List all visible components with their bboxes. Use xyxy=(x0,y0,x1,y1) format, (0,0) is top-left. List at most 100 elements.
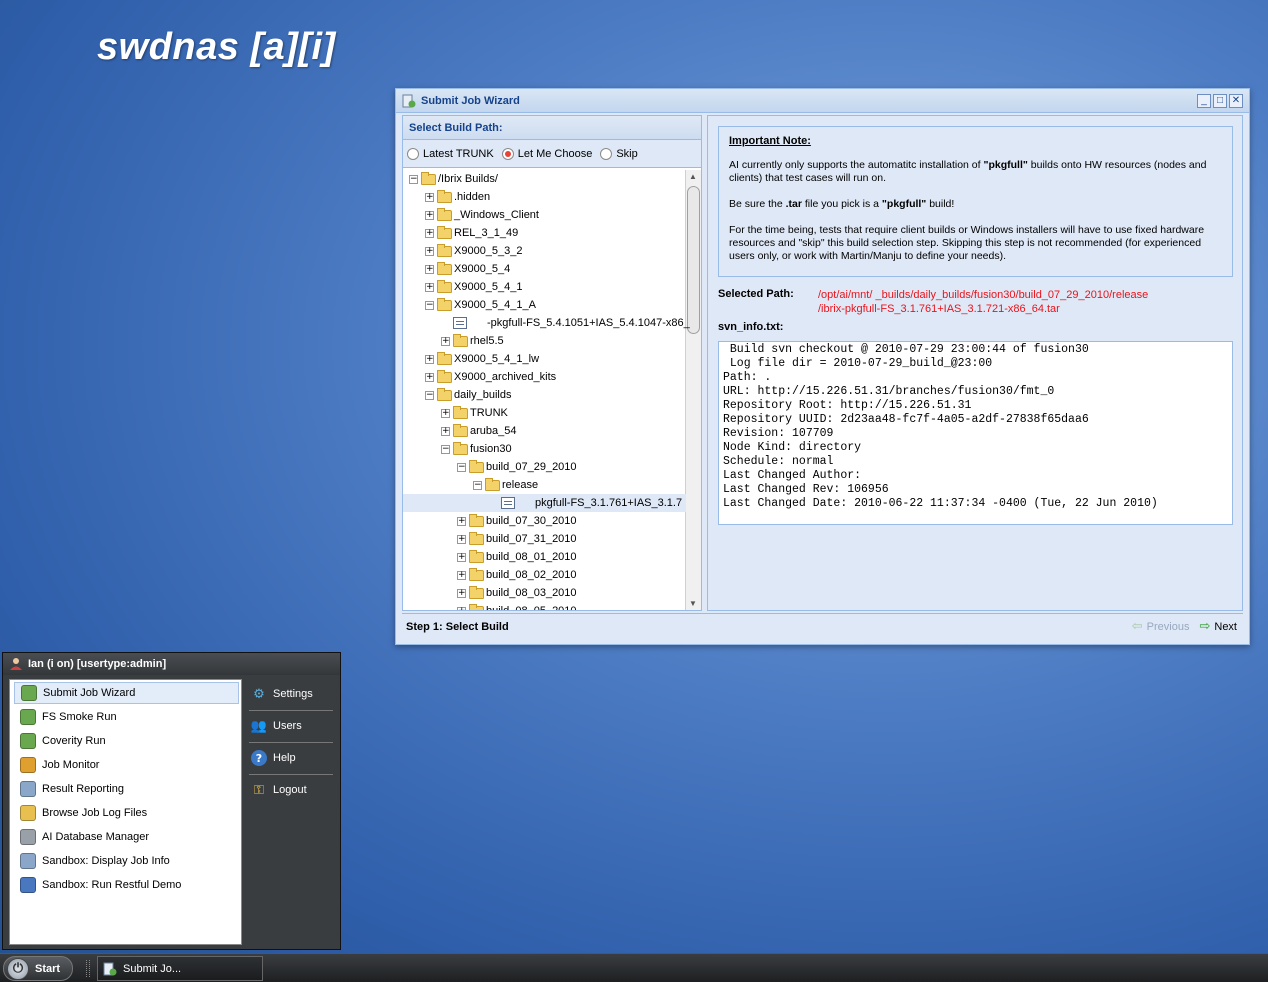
close-button[interactable]: ✕ xyxy=(1229,94,1243,108)
radio-skip[interactable]: Skip xyxy=(600,147,638,160)
expand-icon[interactable]: + xyxy=(425,210,434,220)
start-menu-item[interactable]: Job Monitor xyxy=(14,754,239,776)
collapse-icon[interactable]: − xyxy=(425,390,434,400)
folder-icon xyxy=(453,441,468,455)
tree-folder[interactable]: + build_08_03_2010 xyxy=(403,584,577,602)
tree-folder[interactable]: + build_07_31_2010 xyxy=(403,530,577,548)
scroll-up-icon[interactable]: ▲ xyxy=(689,172,697,181)
tree-folder[interactable]: + build_08_02_2010 xyxy=(403,566,577,584)
expand-icon[interactable]: + xyxy=(425,372,434,382)
start-button[interactable]: ⏻ Start xyxy=(3,956,73,981)
expand-icon[interactable]: + xyxy=(441,426,450,436)
radio-let-me-choose-circle[interactable] xyxy=(501,147,514,160)
tree-file[interactable]: -pkgfull-FS_5.4.1051+IAS_5.4.1047-x86_ xyxy=(403,314,690,332)
tree-folder[interactable]: − /Ibrix Builds/ xyxy=(403,170,498,188)
collapse-icon[interactable]: − xyxy=(457,462,466,472)
svn-line: Last Changed Rev: 106956 xyxy=(723,483,889,496)
expand-icon[interactable]: + xyxy=(457,552,466,562)
minimize-button[interactable]: _ xyxy=(1197,94,1211,108)
start-menu-action-label: Logout xyxy=(273,784,307,796)
window-tools: _ □ ✕ xyxy=(1197,94,1243,108)
start-menu-item[interactable]: AI Database Manager xyxy=(14,826,239,848)
radio-latest-trunk-circle[interactable] xyxy=(407,147,419,160)
coverity-icon xyxy=(20,733,36,749)
start-menu-action[interactable]: ? Help xyxy=(249,743,333,773)
window-titlebar[interactable]: Submit Job Wizard xyxy=(396,89,1249,113)
tree-folder[interactable]: − daily_builds xyxy=(403,386,511,404)
tree-folder[interactable]: + X9000_archived_kits xyxy=(403,368,556,386)
expand-icon[interactable]: + xyxy=(457,588,466,598)
expand-icon[interactable]: + xyxy=(425,192,434,202)
start-menu-item[interactable]: Result Reporting xyxy=(14,778,239,800)
folder-icon xyxy=(421,171,436,185)
collapse-icon[interactable]: − xyxy=(425,300,434,310)
start-menu-item[interactable]: Coverity Run xyxy=(14,730,239,752)
tree-folder[interactable]: + build_08_05_2010 xyxy=(403,602,577,610)
tree-folder[interactable]: + X9000_5_3_2 xyxy=(403,242,523,260)
tree-folder[interactable]: + X9000_5_4_1_lw xyxy=(403,350,539,368)
start-menu-item[interactable]: FS Smoke Run xyxy=(14,706,239,728)
start-menu-action[interactable]: ⚙ Settings xyxy=(249,679,333,709)
svn-info-text[interactable]: Build svn checkout @ 2010-07-29 23:00:44… xyxy=(718,341,1233,525)
collapse-icon[interactable]: − xyxy=(409,174,418,184)
tree-folder[interactable]: + aruba_54 xyxy=(403,422,517,440)
start-menu-item[interactable]: Sandbox: Display Job Info xyxy=(14,850,239,872)
selected-path-label: Selected Path: xyxy=(718,288,794,300)
tree-folder[interactable]: − fusion30 xyxy=(403,440,512,458)
start-menu-item[interactable]: Sandbox: Run Restful Demo xyxy=(14,874,239,896)
brand-title: swdnas [a][i] xyxy=(97,26,336,68)
expand-icon[interactable]: + xyxy=(425,246,434,256)
submit-job-wizard-window[interactable]: Submit Job Wizard _ □ ✕ Select Build Pat… xyxy=(395,88,1250,645)
tree-label: aruba_54 xyxy=(470,425,517,437)
tree-folder[interactable]: + X9000_5_4 xyxy=(403,260,510,278)
radio-skip-circle[interactable] xyxy=(600,147,613,160)
radio-latest-trunk[interactable]: Latest TRUNK xyxy=(407,147,494,160)
expand-icon[interactable]: + xyxy=(425,354,434,364)
tree-folder[interactable]: + REL_3_1_49 xyxy=(403,224,518,242)
maximize-button[interactable]: □ xyxy=(1213,94,1227,108)
tree-folder[interactable]: − release xyxy=(403,476,538,494)
expand-icon[interactable]: + xyxy=(425,264,434,274)
start-menu-action[interactable]: ⚿ Logout xyxy=(249,775,333,805)
expand-icon[interactable]: + xyxy=(457,534,466,544)
folder-icon xyxy=(437,243,452,257)
tree-folder[interactable]: + .hidden xyxy=(403,188,490,206)
expand-icon[interactable]: + xyxy=(425,228,434,238)
tree-file[interactable]: pkgfull-FS_3.1.761+IAS_3.1.7 xyxy=(403,494,686,512)
next-button[interactable]: ⇨ Next xyxy=(1199,619,1237,634)
tree-folder[interactable]: + build_07_30_2010 xyxy=(403,512,577,530)
start-menu-item[interactable]: Browse Job Log Files xyxy=(14,802,239,824)
tree-scrollbar[interactable]: ▲ ▼ xyxy=(685,170,701,610)
tree-label: X9000_5_4_1_A xyxy=(454,299,536,311)
scroll-down-icon[interactable]: ▼ xyxy=(689,599,697,608)
tree-folder[interactable]: + rhel5.5 xyxy=(403,332,504,350)
scroll-thumb[interactable] xyxy=(687,186,700,334)
tree-label: TRUNK xyxy=(470,407,508,419)
tree-label: build_08_02_2010 xyxy=(486,569,577,581)
expand-icon[interactable]: + xyxy=(457,570,466,580)
previous-button[interactable]: ⇦ Previous xyxy=(1132,619,1190,634)
tree-folder[interactable]: + build_08_01_2010 xyxy=(403,548,577,566)
collapse-icon[interactable]: − xyxy=(441,444,450,454)
expand-icon[interactable]: + xyxy=(441,408,450,418)
start-menu-item[interactable]: Submit Job Wizard xyxy=(14,682,239,704)
svn-line: Repository UUID: 2d23aa48-fc7f-4a05-a2df… xyxy=(723,413,1089,426)
tree-folder[interactable]: + _Windows_Client xyxy=(403,206,539,224)
arrow-right-icon: ⇨ xyxy=(1199,619,1211,634)
tree-label: X9000_5_4_1_lw xyxy=(454,353,540,365)
expand-icon[interactable]: + xyxy=(441,336,450,346)
taskbar-item-submit-job[interactable]: Submit Jo... xyxy=(97,956,263,981)
tree-folder[interactable]: − X9000_5_4_1_A xyxy=(403,296,536,314)
start-menu-action[interactable]: 👥 Users xyxy=(249,711,333,741)
radio-let-me-choose[interactable]: Let Me Choose xyxy=(501,147,592,160)
expand-icon[interactable]: + xyxy=(457,606,466,610)
tree-folder[interactable]: − build_07_29_2010 xyxy=(403,458,577,476)
collapse-icon[interactable]: − xyxy=(473,480,482,490)
smoke-run-icon xyxy=(20,709,36,725)
tree-folder[interactable]: + X9000_5_4_1 xyxy=(403,278,523,296)
tree-folder[interactable]: + TRUNK xyxy=(403,404,508,422)
tree-label: daily_builds xyxy=(454,389,512,401)
expand-icon[interactable]: + xyxy=(457,516,466,526)
build-tree[interactable]: ▲ ▼ − /Ibrix Builds/ + .hidden + _Windows_Cli… xyxy=(403,170,701,610)
expand-icon[interactable]: + xyxy=(425,282,434,292)
